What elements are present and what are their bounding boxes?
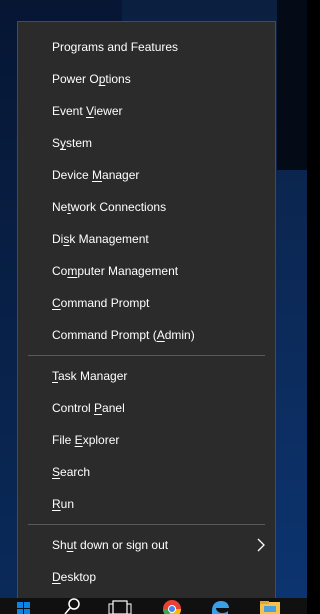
search-icon xyxy=(64,598,80,614)
menu-item-label: Command Prompt (Admin) xyxy=(52,328,195,342)
menu-item-network-connections[interactable]: Network Connections xyxy=(18,191,275,223)
menu-item-power-options[interactable]: Power Options xyxy=(18,63,275,95)
menu-item-run[interactable]: Run xyxy=(18,488,275,520)
menu-item-computer-management[interactable]: Computer Management xyxy=(18,255,275,287)
taskbar-edge-button[interactable] xyxy=(202,598,238,614)
menu-item-label: Search xyxy=(52,465,91,479)
start-button[interactable] xyxy=(0,598,48,614)
edge-icon xyxy=(212,601,229,614)
menu-item-system[interactable]: System xyxy=(18,127,275,159)
menu-item-label: Task Manager xyxy=(52,369,128,383)
menu-item-label: Programs and Features xyxy=(52,40,179,54)
file-explorer-icon xyxy=(260,601,280,614)
menu-item-desktop[interactable]: Desktop xyxy=(18,561,275,593)
menu-item-label: Event Viewer xyxy=(52,104,123,118)
menu-separator xyxy=(28,355,265,356)
task-view-icon xyxy=(108,600,132,614)
menu-item-device-manager[interactable]: Device Manager xyxy=(18,159,275,191)
menu-item-disk-management[interactable]: Disk Management xyxy=(18,223,275,255)
menu-item-file-explorer[interactable]: File Explorer xyxy=(18,424,275,456)
quick-link-menu: Programs and Features Power Options Event … xyxy=(17,21,276,600)
menu-item-label: Command Prompt xyxy=(52,296,150,310)
chrome-icon xyxy=(162,600,181,614)
taskbar-chrome-button[interactable] xyxy=(155,598,191,614)
menu-item-label: System xyxy=(52,136,93,150)
desktop-window-region xyxy=(277,0,307,170)
menu-item-label: Shut down or sign out xyxy=(52,538,169,552)
menu-item-label: Disk Management xyxy=(52,232,149,246)
chevron-right-icon xyxy=(257,538,265,552)
menu-item-programs-and-features[interactable]: Programs and Features xyxy=(18,31,275,63)
menu-item-label: Run xyxy=(52,497,75,511)
task-view-button[interactable] xyxy=(100,598,140,614)
menu-item-label: Computer Management xyxy=(52,264,179,278)
menu-item-shut-down-or-sign-out[interactable]: Shut down or sign out xyxy=(18,529,275,561)
menu-item-label: Power Options xyxy=(52,72,131,86)
menu-item-command-prompt-admin[interactable]: Command Prompt (Admin) xyxy=(18,319,275,351)
menu-item-label: Control Panel xyxy=(52,401,125,415)
menu-item-task-manager[interactable]: Task Manager xyxy=(18,360,275,392)
menu-item-command-prompt[interactable]: Command Prompt xyxy=(18,287,275,319)
windows-start-icon xyxy=(17,602,30,614)
menu-item-label: Desktop xyxy=(52,570,97,584)
menu-item-label: File Explorer xyxy=(52,433,120,447)
menu-item-label: Device Manager xyxy=(52,168,140,182)
menu-item-label: Network Connections xyxy=(52,200,167,214)
taskbar-file-explorer-button[interactable] xyxy=(252,598,288,614)
menu-item-control-panel[interactable]: Control Panel xyxy=(18,392,275,424)
taskbar-search-button[interactable] xyxy=(52,598,92,614)
menu-item-search[interactable]: Search xyxy=(18,456,275,488)
taskbar xyxy=(0,598,307,614)
menu-item-event-viewer[interactable]: Event Viewer xyxy=(18,95,275,127)
menu-separator xyxy=(28,524,265,525)
